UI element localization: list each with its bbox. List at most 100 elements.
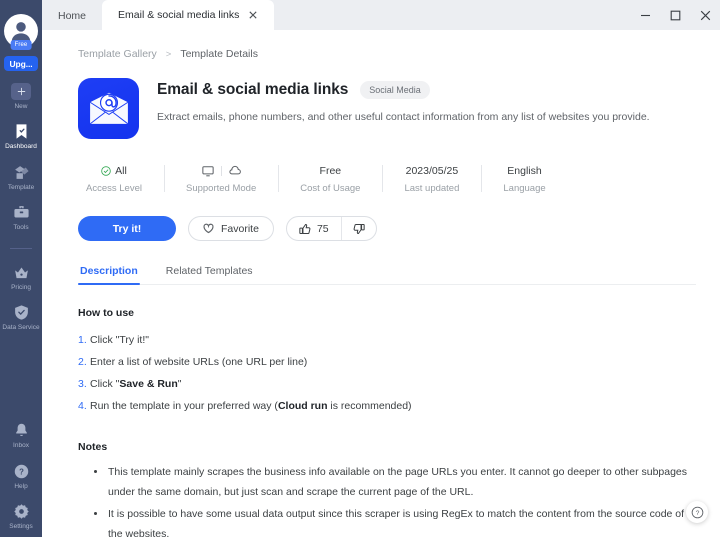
sidebar-divider xyxy=(10,248,32,249)
tab-related-templates[interactable]: Related Templates xyxy=(164,265,255,284)
close-button[interactable] xyxy=(690,0,720,30)
step-text: Click "Save & Run" xyxy=(90,378,182,390)
breadcrumb-current: Template Details xyxy=(180,48,258,60)
primary-sidebar: Free Upg... New Dashboard Template Tools… xyxy=(0,0,42,537)
template-stats: All Access Level Supported Mode Free Cos… xyxy=(78,163,696,195)
thumbs-up-button[interactable]: 75 xyxy=(287,217,341,240)
question-circle-icon: ? xyxy=(12,462,30,480)
upvote-count: 75 xyxy=(316,222,329,235)
tab-label: Email & social media links xyxy=(118,9,240,21)
account-avatar-group[interactable]: Free xyxy=(4,14,38,50)
monitor-icon xyxy=(201,165,214,177)
email-at-envelope-icon xyxy=(78,78,139,139)
bell-icon xyxy=(12,422,30,440)
sidebar-item-inbox[interactable]: Inbox xyxy=(0,422,42,451)
stat-access-level: All Access Level xyxy=(78,163,164,195)
content-tab-strip: Description Related Templates xyxy=(78,265,696,285)
sidebar-item-tools[interactable]: Tools xyxy=(0,204,42,233)
check-circle-icon xyxy=(101,165,111,176)
crown-icon xyxy=(12,263,30,281)
list-item: 1. Click "Try it!" xyxy=(78,329,696,351)
step-number: 2. xyxy=(78,356,87,368)
window-controls xyxy=(630,0,720,30)
sidebar-item-label: Dashboard xyxy=(5,143,37,150)
stat-value: All xyxy=(115,164,127,177)
main-area: Home Email & social media links Template… xyxy=(42,0,720,537)
template-header: Email & social media links Social Media … xyxy=(78,78,696,139)
thumbs-down-button[interactable] xyxy=(340,217,376,240)
page-title: Email & social media links xyxy=(157,81,349,98)
sidebar-item-label: New xyxy=(14,102,28,110)
help-floating-button[interactable]: ? xyxy=(686,501,708,523)
minimize-button[interactable] xyxy=(630,0,660,30)
sidebar-item-dashboard[interactable]: Dashboard xyxy=(0,123,42,152)
sidebar-item-label: Inbox xyxy=(13,442,29,449)
stat-last-updated: 2023/05/25 Last updated xyxy=(382,163,481,194)
sidebar-item-data-service[interactable]: Data Service xyxy=(0,304,42,333)
toolbox-icon xyxy=(12,204,30,222)
bookmark-check-icon xyxy=(12,123,30,141)
cloud-icon xyxy=(229,165,241,177)
tab-strip: Home Email & social media links xyxy=(42,0,275,30)
favorite-label: Favorite xyxy=(221,222,259,235)
gear-icon xyxy=(12,503,30,521)
stat-label: Language xyxy=(503,183,546,194)
tab-label: Home xyxy=(58,10,87,22)
stat-label: Access Level xyxy=(86,183,142,194)
svg-text:?: ? xyxy=(695,509,699,516)
sidebar-item-help[interactable]: ? Help xyxy=(0,462,42,491)
stat-value: 2023/05/25 xyxy=(405,164,459,177)
thumbs-up-icon xyxy=(299,223,311,234)
plus-icon xyxy=(11,83,31,100)
breadcrumb: Template Gallery > Template Details xyxy=(78,48,696,60)
sidebar-item-label: Pricing xyxy=(11,283,31,291)
close-icon[interactable] xyxy=(248,10,258,20)
application-window: Free Upg... New Dashboard Template Tools… xyxy=(0,0,720,537)
try-it-button[interactable]: Try it! xyxy=(78,216,176,241)
maximize-button[interactable] xyxy=(660,0,690,30)
window-titlebar: Home Email & social media links xyxy=(42,0,720,30)
sidebar-item-pricing[interactable]: Pricing xyxy=(0,263,42,292)
sidebar-item-label: Settings xyxy=(9,523,33,530)
stat-value: English xyxy=(507,164,542,177)
action-bar: Try it! Favorite 75 xyxy=(78,216,696,241)
sidebar-item-label: Data Service xyxy=(2,324,40,331)
stat-cost-of-usage: Free Cost of Usage xyxy=(278,163,382,194)
sidebar-item-settings[interactable]: Settings xyxy=(0,503,42,532)
step-text: Click "Try it!" xyxy=(90,334,149,346)
tab-description[interactable]: Description xyxy=(78,265,140,285)
sidebar-item-new[interactable]: New xyxy=(0,83,42,111)
template-description: Extract emails, phone numbers, and other… xyxy=(157,111,650,123)
svg-text:?: ? xyxy=(19,467,24,476)
step-text: Run the template in your preferred way (… xyxy=(90,400,412,412)
content-panel: Template Gallery > Template Details Emai… xyxy=(42,30,720,537)
shield-check-icon xyxy=(12,304,30,322)
how-to-use-section: How to use 1. Click "Try it!" 2. Enter a… xyxy=(78,307,696,417)
template-title-row: Email & social media links Social Media xyxy=(157,81,650,99)
heart-icon xyxy=(203,223,214,234)
list-item: It is possible to have some usual data o… xyxy=(94,504,696,537)
tab-home[interactable]: Home xyxy=(42,2,102,30)
sidebar-item-label: Help xyxy=(14,482,28,490)
question-circle-icon: ? xyxy=(691,506,703,518)
favorite-button[interactable]: Favorite xyxy=(188,216,274,241)
sidebar-item-label: Template xyxy=(7,183,35,191)
list-item: 3. Click "Save & Run" xyxy=(78,373,696,395)
stat-language: English Language xyxy=(481,163,567,194)
step-number: 4. xyxy=(78,400,87,412)
stat-value: Free xyxy=(319,164,342,177)
sidebar-item-template[interactable]: Template xyxy=(0,163,42,192)
notes-list: This template mainly scrapes the busines… xyxy=(78,462,696,537)
list-item: 4. Run the template in your preferred wa… xyxy=(78,395,696,417)
upgrade-button[interactable]: Upg... xyxy=(4,56,38,71)
category-tag[interactable]: Social Media xyxy=(360,81,430,99)
tab-email-social-media-links[interactable]: Email & social media links xyxy=(102,0,275,30)
breadcrumb-root[interactable]: Template Gallery xyxy=(78,48,157,60)
notes-title: Notes xyxy=(78,441,108,453)
sidebar-bottom-group: Inbox ? Help Settings xyxy=(0,410,42,537)
list-item: 2. Enter a list of website URLs (one URL… xyxy=(78,351,696,373)
chevron-right-icon: > xyxy=(165,48,172,60)
stat-icon-divider xyxy=(220,165,222,176)
how-to-use-steps: 1. Click "Try it!" 2. Enter a list of we… xyxy=(78,329,696,417)
step-text: Enter a list of website URLs (one URL pe… xyxy=(90,356,308,368)
